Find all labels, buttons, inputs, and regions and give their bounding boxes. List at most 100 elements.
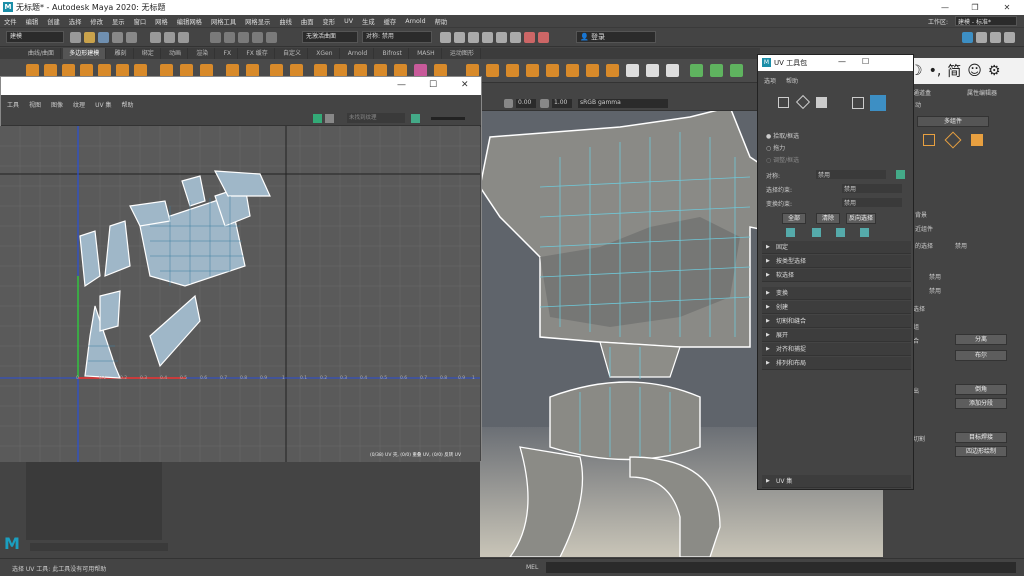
menu-cache[interactable]: 缓存 <box>384 17 397 26</box>
spherical-map-icon[interactable] <box>506 64 519 77</box>
menu-generate[interactable]: 生成 <box>362 17 375 26</box>
menu-edit-mesh[interactable]: 编辑网格 <box>177 17 202 26</box>
hypershade-icon[interactable] <box>482 32 493 43</box>
gamma-value[interactable]: 1.00 <box>552 99 572 108</box>
new-scene-icon[interactable] <box>70 32 81 43</box>
uv-menu-uvsets[interactable]: UV 集 <box>95 100 111 109</box>
bevel-button[interactable]: 倒角 <box>955 384 1007 395</box>
uv-symmetry-icon[interactable] <box>896 170 905 179</box>
boolean-button[interactable]: 布尔 <box>955 350 1007 361</box>
face-mode-icon[interactable] <box>971 134 983 146</box>
menu-select[interactable]: 选择 <box>69 17 82 26</box>
maximize-button[interactable]: ❐ <box>960 0 990 15</box>
command-line-input[interactable] <box>546 562 1016 573</box>
shelf-tab-fx-caching[interactable]: FX 缓存 <box>240 48 275 59</box>
snap-surface-icon[interactable] <box>266 32 277 43</box>
gamma-icon[interactable] <box>540 99 549 108</box>
poly-green3-icon[interactable] <box>730 64 743 77</box>
live-surface-dropdown[interactable]: 无激活曲面 <box>302 31 358 43</box>
shelf-tab-custom[interactable]: 自定义 <box>277 48 309 59</box>
texture-field[interactable]: 未找到纹理 <box>347 113 405 123</box>
clear-button[interactable]: 清除 <box>816 213 840 224</box>
uv-toggle-icon[interactable] <box>411 114 420 123</box>
uv-toolkit-maximize-button[interactable]: ☐ <box>862 57 869 66</box>
menu-modify[interactable]: 修改 <box>90 17 103 26</box>
edge-mode-icon[interactable] <box>944 131 962 149</box>
symmetry-dropdown[interactable]: 对称: 禁用 <box>362 31 432 43</box>
shelf-tab-fx[interactable]: FX <box>218 48 239 59</box>
shelf-tab-sculpting[interactable]: 雕刻 <box>109 48 134 59</box>
arnold-render-icon[interactable] <box>524 32 535 43</box>
shelf-tab-bifrost[interactable]: Bifrost <box>376 48 409 59</box>
uv-slider[interactable] <box>431 117 465 120</box>
minimize-button[interactable]: — <box>930 0 960 15</box>
menu-mesh-display[interactable]: 网格显示 <box>245 17 270 26</box>
uv-face-mode-icon[interactable] <box>816 97 827 108</box>
symmetry-value-dropdown[interactable]: 禁用 <box>816 170 886 179</box>
quad-draw-button[interactable]: 四边形绘制 <box>955 446 1007 457</box>
tool-settings-icon[interactable] <box>990 32 1001 43</box>
section-unfold[interactable]: 展开 <box>762 329 911 342</box>
menu-edit[interactable]: 编辑 <box>26 17 39 26</box>
uv-edge-mode-icon[interactable] <box>795 94 811 110</box>
select-border-icon[interactable] <box>836 228 845 237</box>
tab-attribute-editor[interactable]: 属性编辑器 <box>967 88 997 97</box>
cut-uv-icon[interactable] <box>566 64 579 77</box>
render-setup-icon[interactable] <box>496 32 507 43</box>
menu-mesh[interactable]: 网格 <box>155 17 168 26</box>
uv-close-button[interactable]: ✕ <box>461 80 469 90</box>
transform-constraint-dropdown[interactable]: 禁用 <box>842 198 902 207</box>
uv-multi-mode-icon[interactable] <box>870 95 886 111</box>
section-pin[interactable]: 固定 <box>762 241 911 254</box>
ime-punct-icon[interactable]: •, <box>929 63 942 79</box>
grow-selection-icon[interactable] <box>786 228 795 237</box>
workspace-dropdown[interactable]: 建模 - 标准* <box>955 16 1017 26</box>
section-align-and-snap[interactable]: 对齐和捕捉 <box>762 343 911 356</box>
invert-selection-button[interactable]: 反向选择 <box>846 213 876 224</box>
uv-menu-tools[interactable]: 工具 <box>7 100 19 109</box>
shelf-tab-rendering[interactable]: 渲染 <box>190 48 216 59</box>
quad-draw-icon[interactable] <box>626 64 639 77</box>
menu-help[interactable]: 帮助 <box>435 17 448 26</box>
menu-file[interactable]: 文件 <box>4 17 17 26</box>
ime-emoji-icon[interactable]: ☺ <box>967 63 982 79</box>
shelf-tab-motion-graphics[interactable]: 运动图形 <box>444 48 481 59</box>
shelf-tab-mash[interactable]: MASH <box>411 48 442 59</box>
poly-green2-icon[interactable] <box>710 64 723 77</box>
menu-deform[interactable]: 变形 <box>323 17 336 26</box>
uv-grid-icon[interactable] <box>325 114 334 123</box>
section-transform[interactable]: 变换 <box>762 287 911 300</box>
snap-point-icon[interactable] <box>238 32 249 43</box>
close-button[interactable]: ✕ <box>992 0 1022 15</box>
multicut-icon[interactable] <box>606 64 619 77</box>
select-all-button[interactable]: 全部 <box>782 213 806 224</box>
shelf-tab-curves[interactable]: 曲线/曲面 <box>22 48 62 59</box>
snap-view-icon[interactable] <box>252 32 263 43</box>
poly-green-icon[interactable] <box>690 64 703 77</box>
shelf-tab-rigging[interactable]: 绑定 <box>136 48 161 59</box>
uv-canvas[interactable]: 0 0.1 0.2 0.3 0.4 0.5 0.6 0.7 0.8 0.9 1 … <box>0 126 480 462</box>
sew-uv-icon[interactable] <box>586 64 599 77</box>
channel-box-icon[interactable] <box>1004 32 1015 43</box>
menu-display[interactable]: 显示 <box>112 17 125 26</box>
shelf-tab-animation[interactable]: 动画 <box>163 48 189 59</box>
shelf-tab-arnold[interactable]: Arnold <box>342 48 375 59</box>
target-weld-icon[interactable] <box>646 64 659 77</box>
redo-icon[interactable] <box>126 32 137 43</box>
layout-icon[interactable] <box>546 64 559 77</box>
select-shortest-icon[interactable] <box>860 228 869 237</box>
menu-uv[interactable]: UV <box>344 18 353 25</box>
timeline-slider[interactable] <box>30 543 168 551</box>
target-weld-button[interactable]: 目标焊接 <box>955 432 1007 443</box>
section-select-by-type[interactable]: 按类型选择 <box>762 255 911 268</box>
snap-grid-icon[interactable] <box>210 32 221 43</box>
script-language-button[interactable]: MEL <box>526 564 538 571</box>
uv-menu-help[interactable]: 帮助 <box>121 100 133 109</box>
ime-simplified-toggle[interactable]: 简 <box>947 61 961 81</box>
uv-toolkit-minimize-button[interactable]: — <box>838 57 846 66</box>
open-scene-icon[interactable] <box>84 32 95 43</box>
select-hierarchy-icon[interactable] <box>150 32 161 43</box>
exposure-value[interactable]: 0.00 <box>516 99 536 108</box>
undo-icon[interactable] <box>112 32 123 43</box>
uv-toolkit-menu-options[interactable]: 选项 <box>764 76 776 85</box>
